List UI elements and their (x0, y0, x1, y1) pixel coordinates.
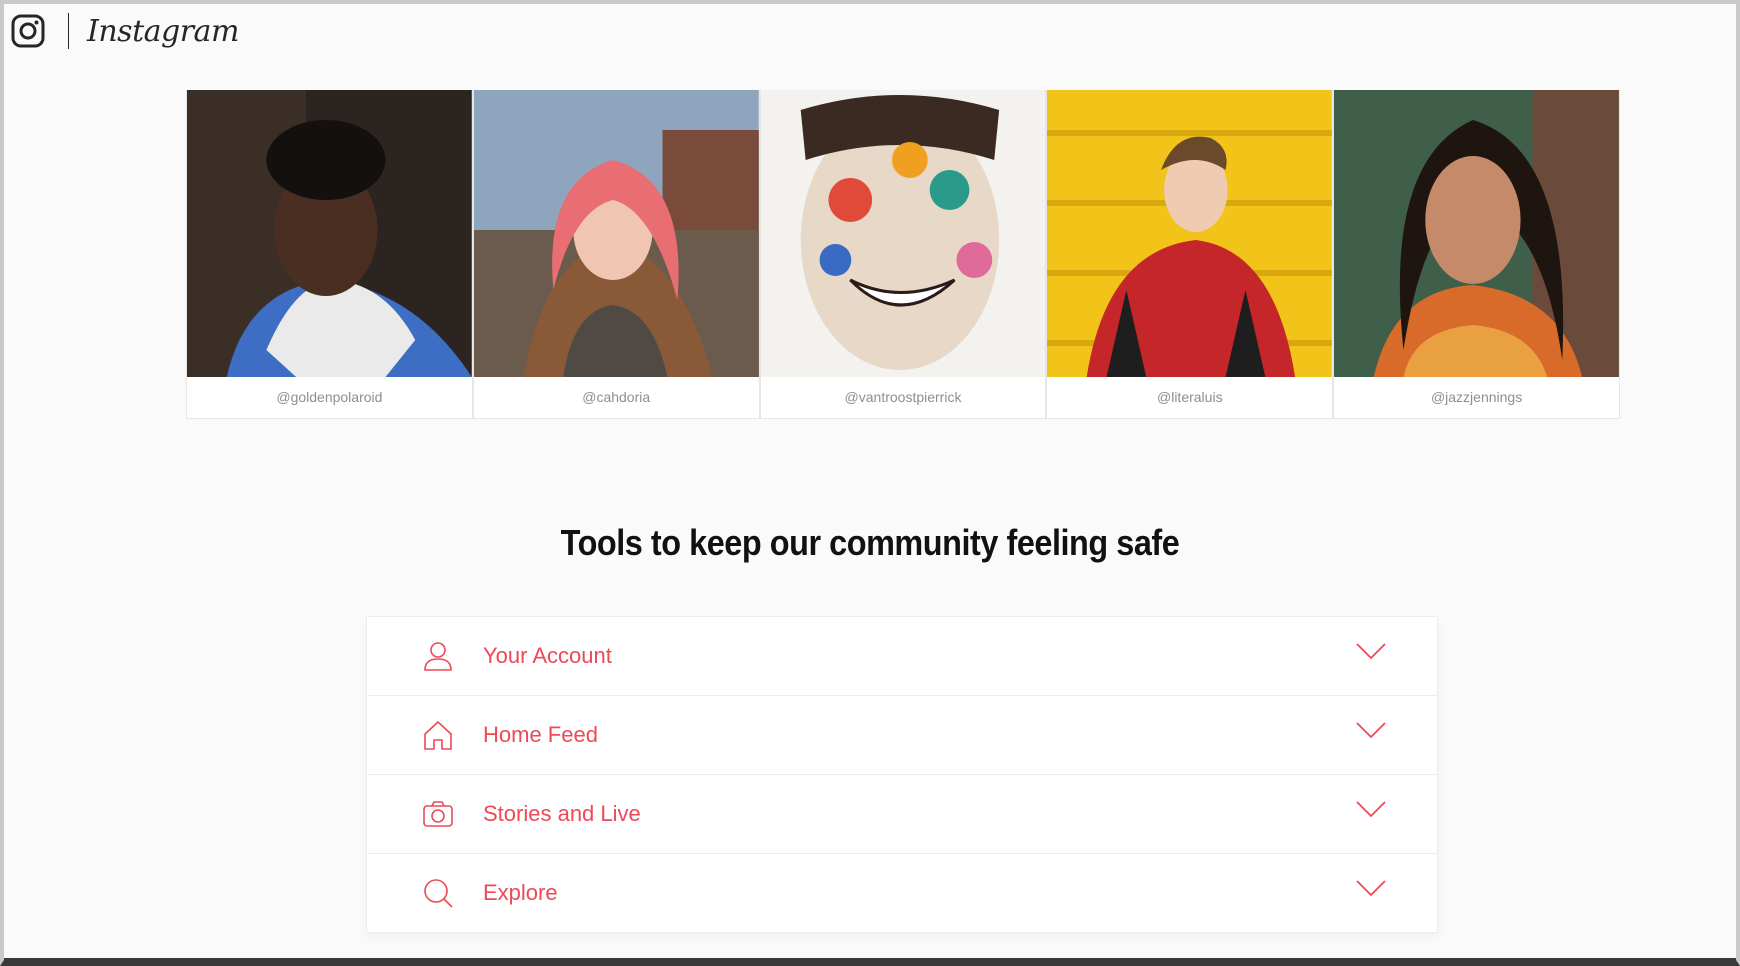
photo-card[interactable]: @vantroostpierrick (759, 90, 1047, 419)
chevron-down-icon[interactable] (1355, 641, 1387, 661)
safety-tools-accordion: Your Account Home Feed Stories and Live … (366, 616, 1438, 933)
photo-card[interactable]: @goldenpolaroid (186, 90, 473, 419)
accordion-label: Home Feed (483, 722, 598, 747)
home-icon (424, 721, 452, 750)
chevron-down-icon[interactable] (1355, 799, 1387, 819)
profile-photo[interactable] (1334, 90, 1619, 377)
accordion-label: Explore (483, 880, 558, 905)
camera-icon (423, 801, 453, 827)
featured-photos: @goldenpolaroid @cahdoria @vantroostpier… (186, 90, 1620, 419)
section-title: Tools to keep our community feeling safe (560, 522, 1180, 563)
photo-card[interactable]: @cahdoria (472, 90, 760, 419)
accordion-item-explore[interactable]: Explore (367, 854, 1437, 932)
chevron-down-icon[interactable] (1355, 878, 1387, 898)
instagram-logo-icon[interactable] (10, 13, 46, 49)
profile-photo[interactable] (760, 90, 1046, 377)
photo-handle[interactable]: @goldenpolaroid (187, 377, 472, 418)
accordion-label: Stories and Live (483, 801, 641, 826)
photo-card[interactable]: @jazzjennings (1333, 90, 1620, 419)
taskbar-edge (0, 958, 1740, 966)
photo-handle[interactable]: @cahdoria (474, 377, 759, 418)
accordion-item-home-feed[interactable]: Home Feed (367, 696, 1437, 775)
accordion-label: Your Account (483, 643, 612, 668)
accordion-item-stories-and-live[interactable]: Stories and Live (367, 775, 1437, 854)
chevron-down-icon[interactable] (1355, 720, 1387, 740)
user-icon (424, 642, 452, 671)
profile-photo[interactable] (473, 90, 759, 377)
photo-handle[interactable]: @jazzjennings (1334, 377, 1619, 418)
accordion-item-your-account[interactable]: Your Account (367, 617, 1437, 696)
profile-photo[interactable] (187, 90, 472, 377)
profile-photo[interactable] (1047, 90, 1333, 377)
instagram-wordmark[interactable]: Instagram (87, 14, 239, 49)
site-header: Instagram (10, 10, 239, 52)
photo-card[interactable]: @literaluis (1046, 90, 1334, 419)
search-icon (424, 879, 453, 908)
header-divider (68, 13, 69, 49)
photo-handle[interactable]: @literaluis (1047, 377, 1332, 418)
photo-handle[interactable]: @vantroostpierrick (761, 377, 1046, 418)
